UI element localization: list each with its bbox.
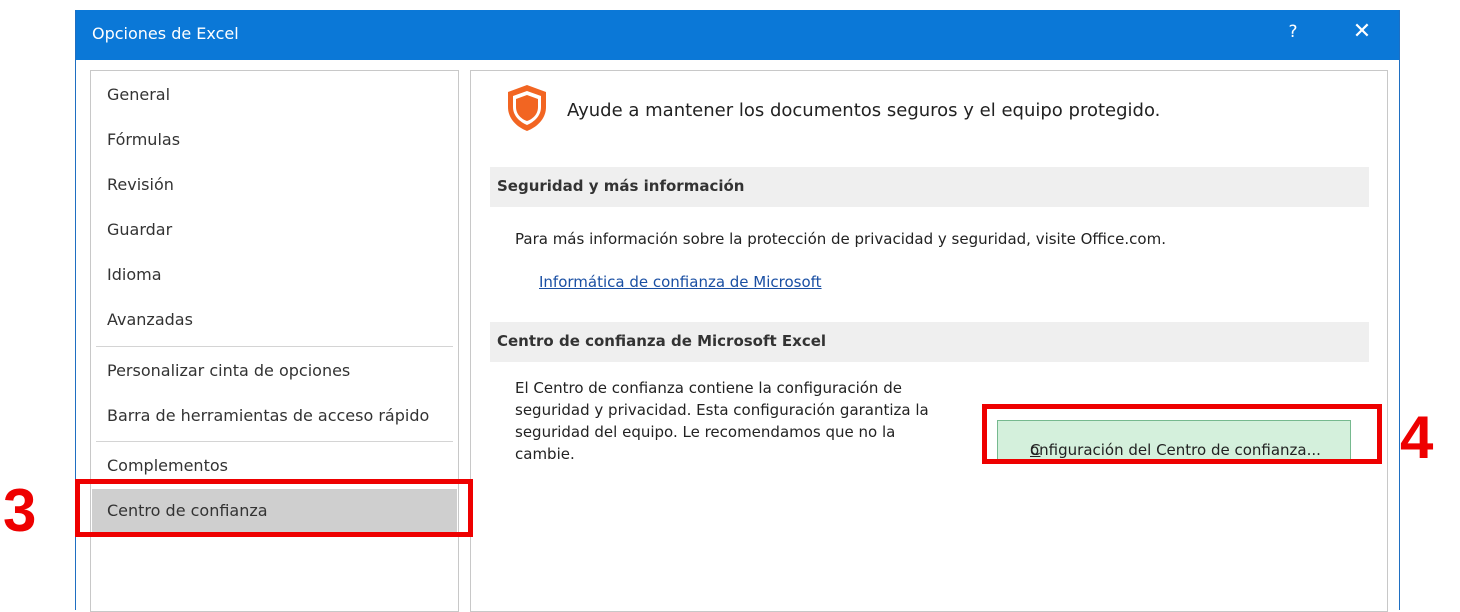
- sidebar-item-barra-acceso-rapido[interactable]: Barra de herramientas de acceso rápido: [92, 394, 457, 438]
- description-line: seguridad y privacidad. Esta configuraci…: [515, 401, 929, 419]
- description-line: seguridad del equipo. Le recomendamos qu…: [515, 423, 896, 441]
- sidebar-item-avanzadas[interactable]: Avanzadas: [92, 298, 457, 342]
- section-title: Seguridad y más información: [497, 177, 745, 195]
- trust-center-description: El Centro de confianza contiene la confi…: [515, 377, 929, 465]
- sidebar-divider: [96, 441, 453, 442]
- sidebar-item-guardar[interactable]: Guardar: [92, 208, 457, 252]
- sidebar-item-label: Idioma: [107, 265, 162, 284]
- sidebar-item-personalizar-cinta[interactable]: Personalizar cinta de opciones: [92, 349, 457, 393]
- close-button[interactable]: ✕: [1348, 19, 1376, 44]
- security-info-text: Para más información sobre la protección…: [515, 230, 1166, 248]
- sidebar-item-label: Guardar: [107, 220, 173, 239]
- shield-icon: [508, 85, 546, 131]
- sidebar-item-label: Avanzadas: [107, 310, 193, 329]
- description-line: El Centro de confianza contiene la confi…: [515, 379, 902, 397]
- trustworthy-computing-link[interactable]: Informática de confianza de Microsoft: [539, 273, 822, 291]
- title-bar: Opciones de Excel ? ✕: [76, 10, 1399, 60]
- sidebar-item-general[interactable]: General: [92, 73, 457, 117]
- annotation-step4-number: 4: [1400, 404, 1434, 471]
- section-title: Centro de confianza de Microsoft Excel: [497, 332, 827, 350]
- sidebar-item-formulas[interactable]: Fórmulas: [92, 118, 457, 162]
- annotation-box-step4: [982, 404, 1382, 464]
- sidebar-divider: [96, 346, 453, 347]
- annotation-step3-number: 3: [3, 477, 37, 544]
- sidebar-item-label: Revisión: [107, 175, 174, 194]
- sidebar-item-label: General: [107, 85, 171, 104]
- sidebar-item-label: Personalizar cinta de opciones: [107, 361, 351, 380]
- section-header-seguridad: Seguridad y más información: [490, 167, 1369, 207]
- section-header-centro-confianza: Centro de confianza de Microsoft Excel: [490, 322, 1369, 362]
- sidebar-item-label: Fórmulas: [107, 130, 181, 149]
- annotation-box-step3: [75, 479, 473, 537]
- trust-center-panel: Ayude a mantener los documentos seguros …: [470, 70, 1388, 612]
- panel-headline: Ayude a mantener los documentos seguros …: [567, 100, 1161, 121]
- help-button[interactable]: ?: [1281, 22, 1305, 42]
- sidebar-item-revision[interactable]: Revisión: [92, 163, 457, 207]
- dialog-title: Opciones de Excel: [92, 24, 239, 43]
- sidebar-item-label: Barra de herramientas de acceso rápido: [107, 406, 430, 425]
- sidebar-item-label: Complementos: [107, 456, 228, 475]
- sidebar-item-idioma[interactable]: Idioma: [92, 253, 457, 297]
- description-line: cambie.: [515, 445, 575, 463]
